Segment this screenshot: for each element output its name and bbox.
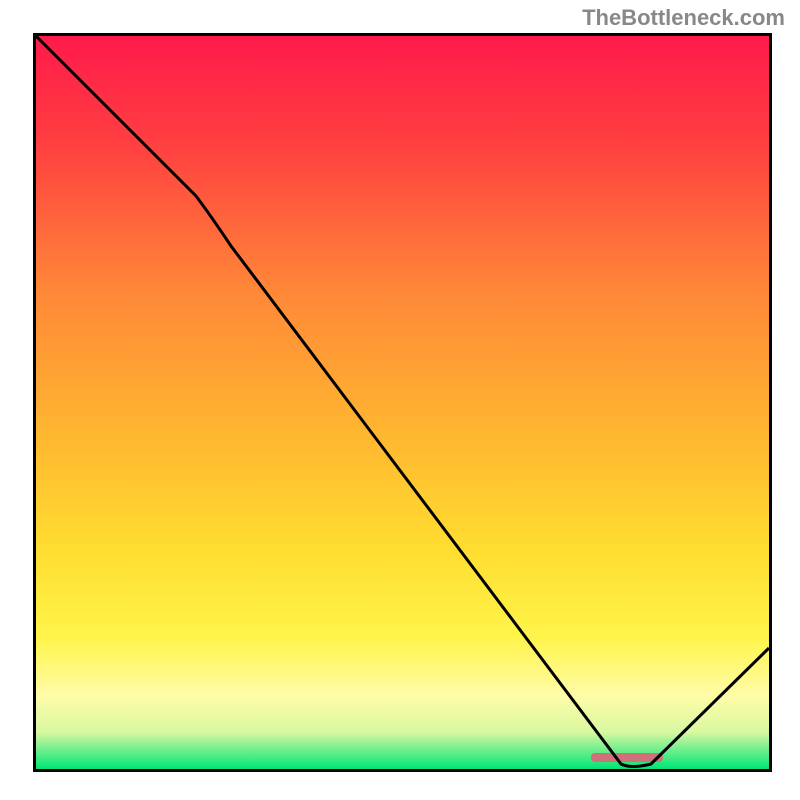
highlight-marker: [591, 753, 663, 762]
plot-area: [33, 33, 772, 772]
chart-svg: [36, 36, 769, 769]
chart-container: TheBottleneck.com: [0, 0, 800, 800]
watermark-text: TheBottleneck.com: [582, 5, 785, 31]
